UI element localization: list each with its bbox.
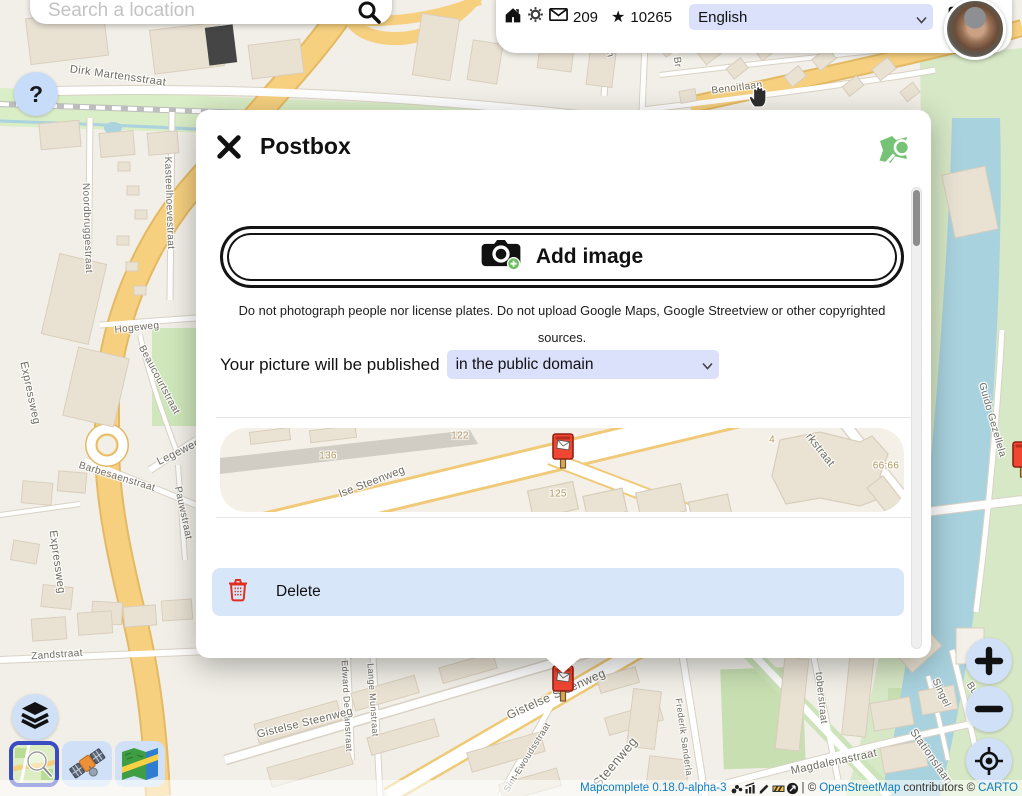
plus-icon [974, 646, 1004, 676]
language-select[interactable]: English [689, 4, 933, 30]
license-value: in the public domain [456, 356, 594, 374]
mapcomplete-version-link[interactable]: Mapcomplete 0.18.0-alpha-3 [580, 782, 726, 794]
popup-pointer [545, 657, 581, 673]
street-label: 4 [769, 435, 775, 446]
avatar[interactable] [944, 0, 1006, 60]
construction-icon [772, 782, 785, 795]
add-image-label: Add image [536, 245, 643, 269]
layers-icon [20, 700, 50, 735]
folded-map-icon [119, 745, 161, 783]
carto-link[interactable]: CARTO [978, 782, 1018, 794]
layers-button[interactable] [12, 694, 58, 740]
geolocate-button[interactable] [966, 738, 1012, 784]
grab-cursor-icon [747, 83, 771, 109]
search-icon[interactable] [356, 1, 382, 23]
star-icon: ★ [611, 7, 625, 27]
license-row: Your picture will be published in the pu… [220, 350, 719, 379]
add-image-button[interactable]: Add image [220, 226, 904, 288]
popup-header: Postbox [196, 110, 931, 184]
delete-button[interactable]: Delete [212, 568, 904, 616]
geolocate-icon [973, 745, 1005, 777]
dark-circle-icon [786, 782, 799, 795]
trash-icon [228, 578, 248, 607]
postbox-marker-edge[interactable] [1010, 440, 1022, 480]
street-label: 122 [451, 431, 469, 442]
license-select[interactable]: in the public domain [447, 350, 719, 379]
popup-title: Postbox [260, 133, 351, 160]
attribution-bar: Mapcomplete 0.18.0-alpha-3 | © OpenStree… [0, 780, 1022, 796]
scrollbar-thumb[interactable] [913, 190, 920, 246]
zoom-out-button[interactable] [966, 686, 1012, 732]
messages-icon[interactable] [549, 7, 568, 27]
modal-scrollbar[interactable] [911, 187, 922, 649]
chart-icon [744, 782, 757, 795]
chevron-down-icon [702, 357, 713, 375]
badge-icon [730, 782, 743, 795]
street-label: 125 [549, 489, 567, 500]
osm-link[interactable]: OpenStreetMap [819, 782, 900, 794]
settings-gear-icon[interactable] [527, 6, 544, 28]
satellite-icon [66, 745, 108, 783]
search-input[interactable] [48, 0, 356, 23]
changeset-count[interactable]: 10265 [630, 9, 672, 26]
minus-icon [974, 694, 1004, 724]
attribution-separator: | © [802, 782, 817, 794]
messages-count[interactable]: 209 [573, 9, 598, 26]
user-bar: Pieter vander Vennet 209 ★ 10265 English [496, 0, 1012, 53]
home-icon[interactable] [504, 6, 522, 29]
map-dark-building [205, 24, 237, 65]
attribution-icons [730, 782, 799, 795]
pencil-icon [758, 782, 771, 795]
user-toolbar: 209 ★ 10265 English [504, 4, 966, 30]
street-label: 66;66 [873, 461, 900, 472]
chevron-down-icon [916, 11, 927, 28]
divider [216, 517, 911, 518]
close-icon[interactable] [216, 134, 244, 162]
attribution-contributors: contributors © [903, 782, 975, 794]
street-label: 136 [319, 451, 337, 462]
postbox-popup: Postbox Add image Do not photograph peop… [196, 110, 931, 658]
help-label: ? [29, 81, 43, 108]
license-prefix: Your picture will be published [220, 355, 440, 375]
divider [216, 417, 911, 418]
delete-label: Delete [276, 583, 321, 601]
camera-icon [481, 239, 521, 275]
theme-logo-icon [876, 134, 910, 168]
help-button[interactable]: ? [14, 72, 58, 116]
osm-carto-icon [13, 745, 55, 783]
search-bar [30, 0, 392, 24]
location-minimap[interactable]: 122136lse Steenweg1254rkstraat66;66 [220, 428, 904, 512]
zoom-in-button[interactable] [966, 638, 1012, 684]
language-value: English [698, 9, 747, 26]
image-disclaimer: Do not photograph people nor license pla… [230, 298, 894, 352]
